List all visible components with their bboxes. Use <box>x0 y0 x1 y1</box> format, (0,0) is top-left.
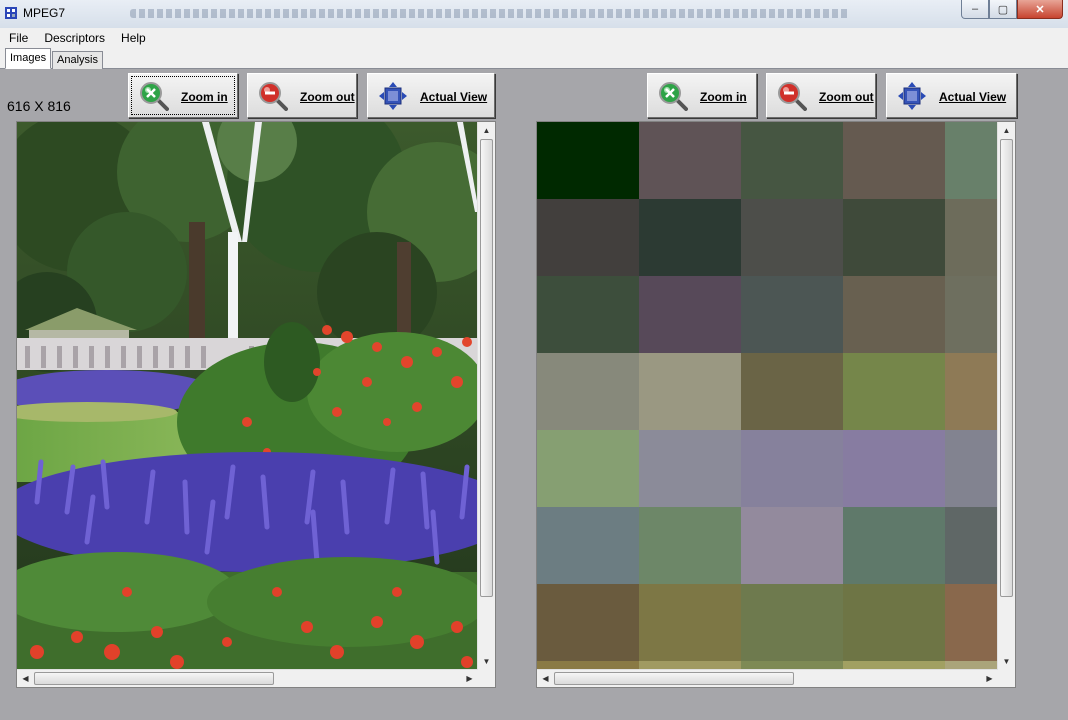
tab-strip: Images Analysis <box>0 48 1068 69</box>
right-horizontal-scroll-thumb[interactable] <box>554 672 794 685</box>
grid-cell <box>945 199 997 276</box>
scroll-right-arrow-icon[interactable]: ▶ <box>462 671 477 686</box>
color-layout-grid <box>537 122 997 670</box>
grid-cell <box>741 122 843 199</box>
right-descriptor-viewer[interactable]: ▲ ▼ ◀ ▶ <box>536 121 1016 688</box>
garden-photo <box>17 122 477 670</box>
left-zoom-out-button[interactable]: Zoom out <box>247 73 357 118</box>
minimize-button[interactable]: – <box>961 0 989 19</box>
right-actual-view-button[interactable]: Actual View <box>886 73 1017 118</box>
grid-cell <box>741 353 843 430</box>
right-zoom-out-label: Zoom out <box>819 90 874 104</box>
grid-cell <box>639 430 741 507</box>
tab-analysis[interactable]: Analysis <box>52 51 103 69</box>
scroll-right-arrow-icon[interactable]: ▶ <box>982 671 997 686</box>
grid-cell <box>945 507 997 584</box>
grid-cell <box>741 507 843 584</box>
left-zoom-in-button[interactable]: Zoom in <box>128 73 238 118</box>
grid-cell <box>639 584 741 661</box>
left-zoom-out-label: Zoom out <box>300 90 355 104</box>
scroll-left-arrow-icon[interactable]: ◀ <box>538 671 553 686</box>
left-zoom-in-label: Zoom in <box>181 90 228 104</box>
scroll-down-arrow-icon[interactable]: ▼ <box>999 654 1014 669</box>
grid-cell <box>639 122 741 199</box>
grid-cell <box>945 122 997 199</box>
zoom-in-icon <box>140 82 169 111</box>
grid-cell <box>741 430 843 507</box>
left-horizontal-scrollbar[interactable]: ◀ ▶ <box>17 669 478 687</box>
right-zoom-in-button[interactable]: Zoom in <box>647 73 757 118</box>
grid-cell <box>741 199 843 276</box>
left-actual-view-label: Actual View <box>420 90 488 104</box>
menu-help[interactable]: Help <box>112 31 153 45</box>
grid-cell <box>537 430 639 507</box>
grid-cell <box>843 199 945 276</box>
grid-cell <box>537 584 639 661</box>
left-horizontal-scroll-thumb[interactable] <box>34 672 274 685</box>
grid-cell <box>537 507 639 584</box>
grid-cell <box>639 199 741 276</box>
grid-cell <box>843 430 945 507</box>
menu-file[interactable]: File <box>0 31 35 45</box>
right-horizontal-scrollbar[interactable]: ◀ ▶ <box>537 669 998 687</box>
menu-descriptors[interactable]: Descriptors <box>35 31 112 45</box>
grid-cell <box>945 584 997 661</box>
scroll-corner <box>998 670 1015 687</box>
grid-cell <box>537 122 639 199</box>
scroll-up-arrow-icon[interactable]: ▲ <box>479 123 494 138</box>
grid-cell <box>843 276 945 353</box>
grid-cell <box>537 276 639 353</box>
menu-bar: File Descriptors Help <box>0 28 1068 48</box>
blurred-title-text <box>130 9 850 18</box>
grid-cell <box>945 430 997 507</box>
image-size-label: 616 X 816 <box>7 98 71 114</box>
grid-cell <box>639 507 741 584</box>
scroll-left-arrow-icon[interactable]: ◀ <box>18 671 33 686</box>
grid-cell <box>537 353 639 430</box>
zoom-out-icon <box>778 82 807 111</box>
maximize-button[interactable]: ▢ <box>989 0 1017 19</box>
app-icon <box>5 7 17 19</box>
grid-cell <box>945 276 997 353</box>
scroll-up-arrow-icon[interactable]: ▲ <box>999 123 1014 138</box>
actual-view-icon <box>898 82 926 110</box>
title-bar: MPEG7 – ▢ ✕ <box>0 0 1068 29</box>
grid-cell <box>741 276 843 353</box>
window-title: MPEG7 <box>23 6 66 20</box>
tab-images[interactable]: Images <box>5 48 52 69</box>
window-controls: – ▢ ✕ <box>961 0 1063 19</box>
grid-cell <box>843 353 945 430</box>
zoom-in-icon <box>659 82 688 111</box>
right-vertical-scroll-thumb[interactable] <box>1000 139 1013 597</box>
grid-cell <box>843 507 945 584</box>
left-vertical-scrollbar[interactable]: ▲ ▼ <box>477 122 495 670</box>
actual-view-icon <box>379 82 407 110</box>
right-zoom-out-button[interactable]: Zoom out <box>766 73 876 118</box>
grid-cell <box>843 122 945 199</box>
left-vertical-scroll-thumb[interactable] <box>480 139 493 597</box>
right-actual-view-label: Actual View <box>939 90 1007 104</box>
left-actual-view-button[interactable]: Actual View <box>367 73 495 118</box>
grid-cell <box>945 353 997 430</box>
left-image-viewer[interactable]: ▲ ▼ ◀ ▶ <box>16 121 496 688</box>
zoom-out-icon <box>259 82 288 111</box>
right-zoom-in-label: Zoom in <box>700 90 747 104</box>
close-button[interactable]: ✕ <box>1017 0 1063 19</box>
grid-cell <box>639 276 741 353</box>
right-vertical-scrollbar[interactable]: ▲ ▼ <box>997 122 1015 670</box>
grid-cell <box>843 584 945 661</box>
grid-cell <box>537 199 639 276</box>
grid-cell <box>741 584 843 661</box>
grid-cell <box>639 353 741 430</box>
scroll-corner <box>478 670 495 687</box>
scroll-down-arrow-icon[interactable]: ▼ <box>479 654 494 669</box>
